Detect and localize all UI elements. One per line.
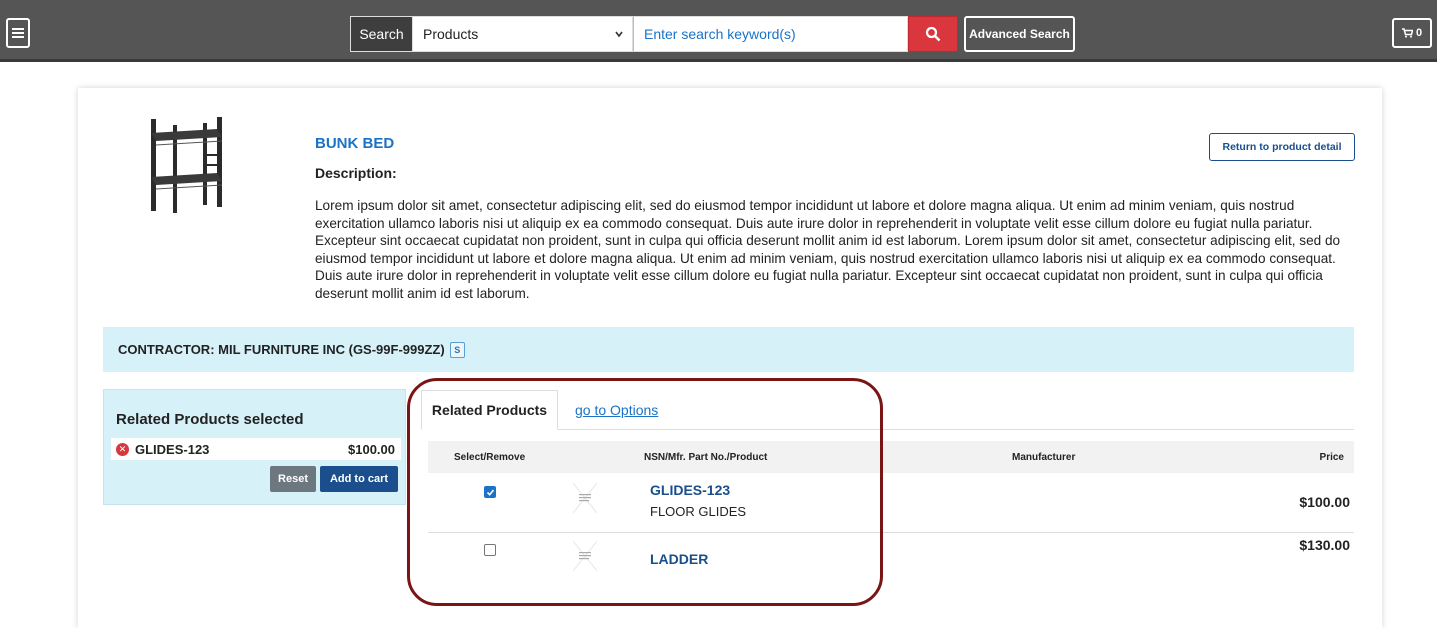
contractor-bar: CONTRACTOR: MIL FURNITURE INC (GS-99F-99… bbox=[103, 327, 1354, 372]
row-checkbox[interactable] bbox=[484, 544, 496, 556]
search-label: Search bbox=[350, 16, 412, 52]
add-to-cart-button[interactable]: Add to cart bbox=[320, 466, 398, 492]
tab-related-products[interactable]: Related Products bbox=[421, 390, 558, 430]
search-category-value: Products bbox=[423, 26, 479, 42]
selected-item-part: GLIDES-123 bbox=[135, 441, 210, 457]
product-thumbnail-placeholder bbox=[572, 540, 598, 572]
row-price: $130.00 bbox=[1299, 537, 1350, 553]
check-icon bbox=[486, 488, 494, 496]
row-part-number[interactable]: LADDER bbox=[650, 551, 708, 567]
search-input[interactable]: Enter search keyword(s) bbox=[633, 16, 908, 52]
related-selected-title: Related Products selected bbox=[116, 411, 304, 428]
chevron-down-icon bbox=[615, 31, 623, 38]
row-part-number[interactable]: GLIDES-123 bbox=[650, 482, 730, 498]
tab-go-to-options[interactable]: go to Options bbox=[575, 402, 658, 418]
selected-item-price: $100.00 bbox=[348, 441, 395, 457]
contractor-text: CONTRACTOR: MIL FURNITURE INC (GS-99F-99… bbox=[118, 342, 445, 357]
cart-button[interactable]: 0 bbox=[1392, 18, 1432, 48]
row-checkbox[interactable] bbox=[484, 486, 496, 498]
selected-item: ✕ GLIDES-123 $100.00 bbox=[111, 438, 401, 460]
row-price: $100.00 bbox=[1299, 494, 1350, 510]
table-header: Select/Remove NSN/Mfr. Part No./Product … bbox=[428, 441, 1354, 473]
header-price: Price bbox=[1319, 452, 1344, 463]
table-row: LADDER $130.00 bbox=[428, 533, 1354, 593]
hamburger-icon bbox=[12, 28, 24, 38]
top-navbar: Search Products Enter search keyword(s) … bbox=[0, 0, 1437, 62]
contractor-badge[interactable]: S bbox=[449, 341, 465, 358]
tab-divider bbox=[558, 429, 1354, 430]
header-manufacturer: Manufacturer bbox=[1012, 452, 1076, 463]
menu-button[interactable] bbox=[6, 18, 30, 48]
row-product-desc: FLOOR GLIDES bbox=[650, 504, 747, 519]
reset-button[interactable]: Reset bbox=[270, 466, 316, 492]
table-row: GLIDES-123 FLOOR GLIDES $100.00 bbox=[428, 473, 1354, 533]
description-label: Description: bbox=[315, 165, 397, 181]
search-icon bbox=[925, 26, 941, 42]
product-title[interactable]: BUNK BED bbox=[315, 135, 394, 152]
header-product: NSN/Mfr. Part No./Product bbox=[644, 452, 768, 463]
product-thumbnail-placeholder bbox=[572, 482, 598, 514]
product-image bbox=[151, 117, 223, 213]
advanced-search-button[interactable]: Advanced Search bbox=[964, 16, 1075, 52]
search-button[interactable] bbox=[908, 16, 958, 52]
cart-count: 0 bbox=[1415, 27, 1423, 39]
cart-icon bbox=[1401, 28, 1413, 38]
description-text: Lorem ipsum dolor sit amet, consectetur … bbox=[315, 198, 1341, 301]
header-select-remove: Select/Remove bbox=[454, 452, 526, 463]
search-category-select[interactable]: Products bbox=[412, 16, 633, 52]
return-to-product-detail-button[interactable]: Return to product detail bbox=[1209, 133, 1355, 161]
remove-icon[interactable]: ✕ bbox=[116, 442, 129, 456]
